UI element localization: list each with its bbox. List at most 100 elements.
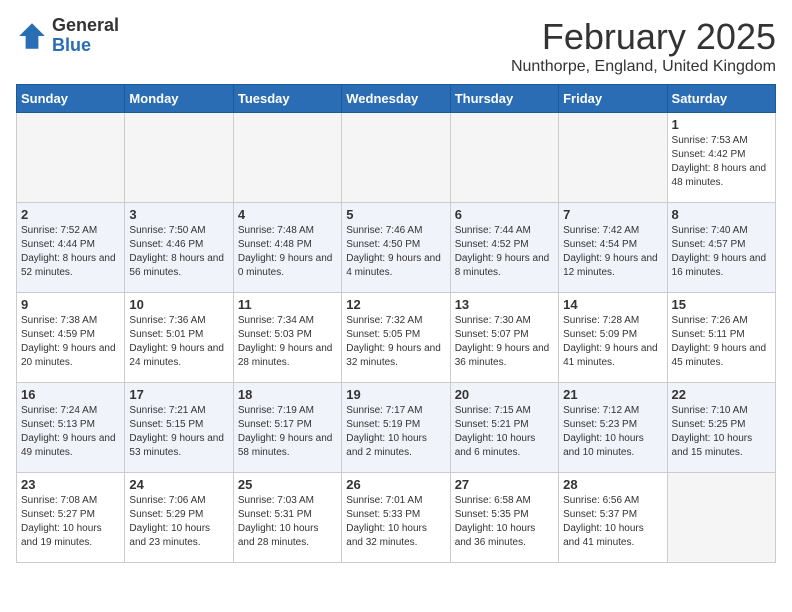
weekday-header: Monday (125, 85, 233, 113)
calendar-day-cell: 8 Sunrise: 7:40 AMSunset: 4:57 PMDaylight… (667, 203, 775, 293)
calendar-day-cell: 10Sunrise: 7:36 AMSunset: 5:01 PMDayligh… (125, 293, 233, 383)
day-number: 7 (563, 207, 662, 222)
page-header: General Blue February 2025 Nunthorpe, En… (16, 16, 776, 76)
day-info: Sunrise: 7:17 AMSunset: 5:19 PMDaylight:… (346, 404, 445, 460)
calendar-week-row: 16 Sunrise: 7:24 AMSunset: 5:13 PMDayligh… (17, 383, 776, 473)
weekday-header: Friday (559, 85, 667, 113)
day-info: Sunrise: 7:12 AMSunset: 5:23 PMDaylight:… (563, 404, 662, 460)
calendar-table: SundayMondayTuesdayWednesdayThursdayFrid… (16, 84, 776, 563)
calendar-day-cell: 6Sunrise: 7:44 AMSunset: 4:52 PMDaylight… (450, 203, 558, 293)
day-number: 28 (563, 477, 662, 492)
calendar-header-row: SundayMondayTuesdayWednesdayThursdayFrid… (17, 85, 776, 113)
day-number: 18 (238, 387, 337, 402)
day-number: 4 (238, 207, 337, 222)
day-number: 8 (672, 207, 771, 222)
month-title: February 2025 (511, 16, 776, 58)
day-number: 16 (21, 387, 120, 402)
day-info: Sunrise: 7:24 AMSunset: 5:13 PMDaylight:… (21, 404, 120, 460)
location: Nunthorpe, England, United Kingdom (511, 58, 776, 76)
calendar-day-cell: 28 Sunrise: 6:56 AMSunset: 5:37 PMDayligh… (559, 473, 667, 563)
day-info: Sunrise: 7:30 AMSunset: 5:07 PMDaylight:… (455, 314, 554, 370)
day-info: Sunrise: 6:56 AMSunset: 5:37 PMDaylight:… (563, 494, 662, 550)
day-number: 5 (346, 207, 445, 222)
day-number: 14 (563, 297, 662, 312)
day-info: Sunrise: 7:32 AMSunset: 5:05 PMDaylight:… (346, 314, 445, 370)
day-number: 11 (238, 297, 337, 312)
day-number: 22 (672, 387, 771, 402)
calendar-day-cell: 1 Sunrise: 7:53 AMSunset: 4:42 PMDaylight… (667, 113, 775, 203)
calendar-day-cell: 4 Sunrise: 7:48 AMSunset: 4:48 PMDaylight… (233, 203, 341, 293)
day-number: 24 (129, 477, 228, 492)
logo-blue-label: Blue (52, 36, 119, 56)
calendar-day-cell: 26Sunrise: 7:01 AMSunset: 5:33 PMDayligh… (342, 473, 450, 563)
weekday-header: Sunday (17, 85, 125, 113)
calendar-day-cell: 13Sunrise: 7:30 AMSunset: 5:07 PMDayligh… (450, 293, 558, 383)
day-number: 1 (672, 117, 771, 132)
calendar-day-cell: 15 Sunrise: 7:26 AMSunset: 5:11 PMDayligh… (667, 293, 775, 383)
day-info: Sunrise: 7:21 AMSunset: 5:15 PMDaylight:… (129, 404, 228, 460)
day-info: Sunrise: 7:06 AMSunset: 5:29 PMDaylight:… (129, 494, 228, 550)
day-number: 17 (129, 387, 228, 402)
day-info: Sunrise: 7:53 AMSunset: 4:42 PMDaylight:… (672, 134, 771, 190)
day-number: 19 (346, 387, 445, 402)
calendar-day-cell: 11Sunrise: 7:34 AMSunset: 5:03 PMDayligh… (233, 293, 341, 383)
calendar-day-cell: 3 Sunrise: 7:50 AMSunset: 4:46 PMDaylight… (125, 203, 233, 293)
calendar-day-cell (559, 113, 667, 203)
day-info: Sunrise: 7:50 AMSunset: 4:46 PMDaylight:… (129, 224, 228, 280)
day-number: 27 (455, 477, 554, 492)
weekday-header: Saturday (667, 85, 775, 113)
day-info: Sunrise: 6:58 AMSunset: 5:35 PMDaylight:… (455, 494, 554, 550)
day-info: Sunrise: 7:03 AMSunset: 5:31 PMDaylight:… (238, 494, 337, 550)
calendar-day-cell: 14 Sunrise: 7:28 AMSunset: 5:09 PMDayligh… (559, 293, 667, 383)
day-info: Sunrise: 7:46 AMSunset: 4:50 PMDaylight:… (346, 224, 445, 280)
calendar-day-cell (233, 113, 341, 203)
logo-icon (16, 20, 48, 52)
calendar-day-cell: 22Sunrise: 7:10 AMSunset: 5:25 PMDayligh… (667, 383, 775, 473)
calendar-day-cell: 27 Sunrise: 6:58 AMSunset: 5:35 PMDayligh… (450, 473, 558, 563)
calendar-week-row: 2Sunrise: 7:52 AMSunset: 4:44 PMDaylight… (17, 203, 776, 293)
calendar-day-cell: 9 Sunrise: 7:38 AMSunset: 4:59 PMDaylight… (17, 293, 125, 383)
calendar-day-cell (17, 113, 125, 203)
logo-general-label: General (52, 16, 119, 36)
day-info: Sunrise: 7:19 AMSunset: 5:17 PMDaylight:… (238, 404, 337, 460)
calendar-day-cell: 25 Sunrise: 7:03 AMSunset: 5:31 PMDayligh… (233, 473, 341, 563)
calendar-day-cell: 7 Sunrise: 7:42 AMSunset: 4:54 PMDaylight… (559, 203, 667, 293)
day-info: Sunrise: 7:28 AMSunset: 5:09 PMDaylight:… (563, 314, 662, 370)
logo: General Blue (16, 16, 119, 56)
calendar-day-cell: 24 Sunrise: 7:06 AMSunset: 5:29 PMDayligh… (125, 473, 233, 563)
calendar-day-cell: 5 Sunrise: 7:46 AMSunset: 4:50 PMDaylight… (342, 203, 450, 293)
day-number: 25 (238, 477, 337, 492)
calendar-day-cell (125, 113, 233, 203)
day-info: Sunrise: 7:42 AMSunset: 4:54 PMDaylight:… (563, 224, 662, 280)
calendar-day-cell: 19 Sunrise: 7:17 AMSunset: 5:19 PMDayligh… (342, 383, 450, 473)
calendar-week-row: 23 Sunrise: 7:08 AMSunset: 5:27 PMDayligh… (17, 473, 776, 563)
day-number: 23 (21, 477, 120, 492)
day-info: Sunrise: 7:26 AMSunset: 5:11 PMDaylight:… (672, 314, 771, 370)
day-number: 15 (672, 297, 771, 312)
calendar-day-cell: 2Sunrise: 7:52 AMSunset: 4:44 PMDaylight… (17, 203, 125, 293)
logo-text: General Blue (52, 16, 119, 56)
calendar-day-cell (667, 473, 775, 563)
weekday-header: Thursday (450, 85, 558, 113)
day-number: 2 (21, 207, 120, 222)
calendar-day-cell (450, 113, 558, 203)
day-number: 10 (129, 297, 228, 312)
day-info: Sunrise: 7:48 AMSunset: 4:48 PMDaylight:… (238, 224, 337, 280)
day-number: 3 (129, 207, 228, 222)
day-info: Sunrise: 7:40 AMSunset: 4:57 PMDaylight:… (672, 224, 771, 280)
calendar-day-cell: 17 Sunrise: 7:21 AMSunset: 5:15 PMDayligh… (125, 383, 233, 473)
calendar-day-cell: 20Sunrise: 7:15 AMSunset: 5:21 PMDayligh… (450, 383, 558, 473)
calendar-day-cell: 23 Sunrise: 7:08 AMSunset: 5:27 PMDayligh… (17, 473, 125, 563)
weekday-header: Wednesday (342, 85, 450, 113)
day-number: 20 (455, 387, 554, 402)
title-block: February 2025 Nunthorpe, England, United… (511, 16, 776, 76)
day-number: 9 (21, 297, 120, 312)
day-info: Sunrise: 7:38 AMSunset: 4:59 PMDaylight:… (21, 314, 120, 370)
calendar-week-row: 9 Sunrise: 7:38 AMSunset: 4:59 PMDaylight… (17, 293, 776, 383)
day-number: 6 (455, 207, 554, 222)
weekday-header: Tuesday (233, 85, 341, 113)
day-info: Sunrise: 7:08 AMSunset: 5:27 PMDaylight:… (21, 494, 120, 550)
calendar-day-cell: 16 Sunrise: 7:24 AMSunset: 5:13 PMDayligh… (17, 383, 125, 473)
calendar-day-cell: 18 Sunrise: 7:19 AMSunset: 5:17 PMDayligh… (233, 383, 341, 473)
day-info: Sunrise: 7:01 AMSunset: 5:33 PMDaylight:… (346, 494, 445, 550)
